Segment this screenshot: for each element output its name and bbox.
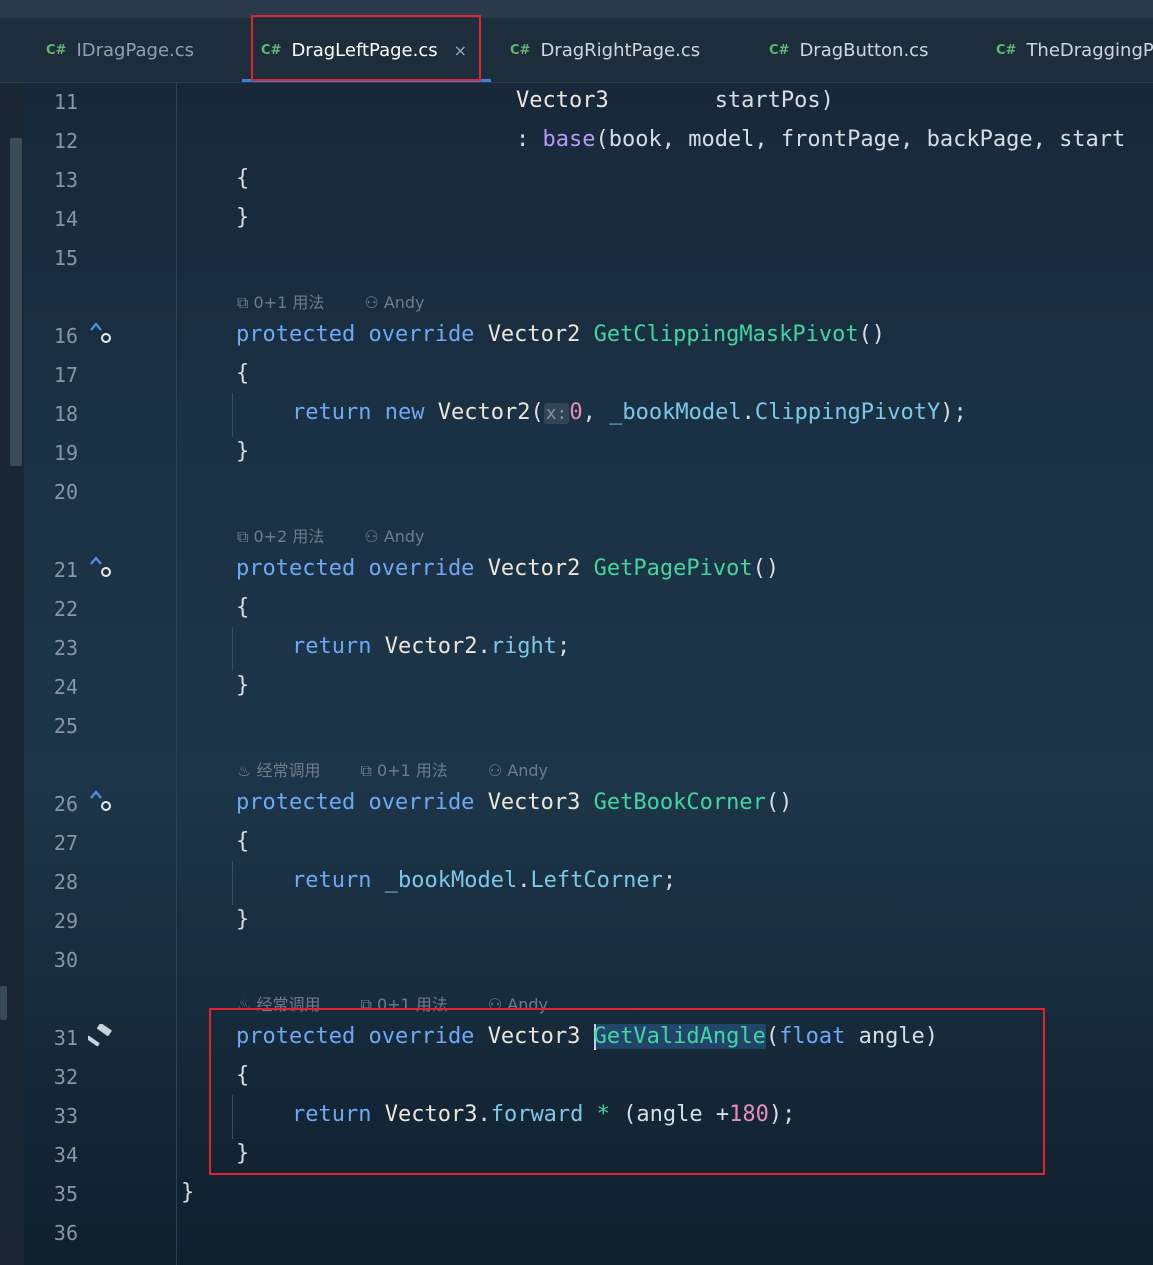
codelens-method-1: ⧉ 0+1 用法 ⚇ Andy <box>237 289 465 313</box>
line-number: 31 <box>53 1026 78 1050</box>
line-number: 25 <box>53 714 78 738</box>
code-line-23: return Vector2.right; <box>292 634 571 659</box>
code-line-12: : base(book, model, frontPage, backPage,… <box>516 127 1126 152</box>
tab-label: IDragPage.cs <box>76 39 195 61</box>
scrollbar-marker[interactable] <box>0 986 7 1020</box>
person-icon: ⚇ Andy <box>364 527 425 546</box>
indent-guide <box>232 393 233 437</box>
tab-thedraggingpage[interactable]: C# TheDraggingP <box>996 18 1153 82</box>
code-line-35: } <box>181 1180 195 1205</box>
tab-dragrightpage[interactable]: C# DragRightPage.cs <box>510 18 700 82</box>
tab-label: DragButton.cs <box>799 39 929 61</box>
person-icon: ⚇ Andy <box>364 293 425 312</box>
code-line-21: protected override Vector2 GetPagePivot(… <box>236 556 780 581</box>
hammer-icon[interactable] <box>88 1024 116 1048</box>
line-number: 11 <box>53 90 78 114</box>
line-number: 35 <box>53 1182 78 1206</box>
line-number: 16 <box>53 324 78 348</box>
csharp-icon: C# <box>510 42 531 58</box>
code-line-27: { <box>236 829 250 854</box>
line-number: 18 <box>53 402 78 426</box>
code-line-26: protected override Vector3 GetBookCorner… <box>236 790 793 815</box>
line-number: 22 <box>53 597 78 621</box>
line-number: 21 <box>53 558 78 582</box>
line-number: 17 <box>53 363 78 387</box>
indent-guide <box>232 627 233 671</box>
line-number: 33 <box>53 1104 78 1128</box>
code-line-16: protected override Vector2 GetClippingMa… <box>236 322 886 347</box>
tab-idragpage[interactable]: C# IDragPage.cs <box>46 18 194 82</box>
line-number: 24 <box>53 675 78 699</box>
line-number: 14 <box>53 207 78 231</box>
code-line-19: } <box>236 439 250 464</box>
tab-dragbutton[interactable]: C# DragButton.cs <box>769 18 928 82</box>
code-line-14: } <box>236 205 250 230</box>
scrollbar-thumb[interactable] <box>10 138 22 466</box>
line-number: 29 <box>53 909 78 933</box>
tab-label: DragRightPage.cs <box>540 39 701 61</box>
code-line-24: } <box>236 673 250 698</box>
csharp-icon: C# <box>996 42 1017 58</box>
gutter-separator <box>176 83 177 1265</box>
line-number: 26 <box>53 792 78 816</box>
line-number: 13 <box>53 168 78 192</box>
flame-icon: ♨ 经常调用 <box>237 761 321 780</box>
usage-link-icon[interactable]: ⧉ 0+1 用法 <box>360 761 467 780</box>
line-number: 19 <box>53 441 78 465</box>
method-highlight-box <box>209 1008 1045 1175</box>
codelens-method-2: ⧉ 0+2 用法 ⚇ Andy <box>237 523 465 547</box>
code-line-22: { <box>236 595 250 620</box>
tab-label: TheDraggingP <box>1026 39 1153 61</box>
override-up-icon[interactable] <box>88 321 116 345</box>
usage-link-icon[interactable]: ⧉ 0+1 用法 <box>237 293 344 312</box>
line-number: 23 <box>53 636 78 660</box>
parameter-hint: x: <box>543 403 570 424</box>
window-top-strip <box>0 0 1153 18</box>
line-number: 15 <box>53 246 78 270</box>
line-number: 27 <box>53 831 78 855</box>
line-number: 28 <box>53 870 78 894</box>
csharp-icon: C# <box>46 42 67 58</box>
code-line-18: return new Vector2(x:0, _bookModel.Clipp… <box>292 400 967 425</box>
override-up-icon[interactable] <box>88 789 116 813</box>
line-number: 30 <box>53 948 78 972</box>
code-line-29: } <box>236 907 250 932</box>
active-tab-highlight-box <box>251 15 481 81</box>
line-number: 32 <box>53 1065 78 1089</box>
line-number: 34 <box>53 1143 78 1167</box>
line-number: 36 <box>53 1221 78 1245</box>
csharp-icon: C# <box>769 42 790 58</box>
line-number: 20 <box>53 480 78 504</box>
override-up-icon[interactable] <box>88 555 116 579</box>
person-icon: ⚇ Andy <box>487 761 548 780</box>
indent-guide <box>232 861 233 905</box>
code-line-13: { <box>236 166 250 191</box>
code-line-11: Vector3 startPos) <box>516 88 834 113</box>
codelens-method-3: ♨ 经常调用 ⧉ 0+1 用法 ⚇ Andy <box>237 757 588 781</box>
code-line-28: return _bookModel.LeftCorner; <box>292 868 677 893</box>
line-number: 12 <box>53 129 78 153</box>
editor-tab-bar: C# IDragPage.cs C# DragLeftPage.cs × C# … <box>0 18 1153 83</box>
code-line-17: { <box>236 361 250 386</box>
usage-link-icon[interactable]: ⧉ 0+2 用法 <box>237 527 344 546</box>
